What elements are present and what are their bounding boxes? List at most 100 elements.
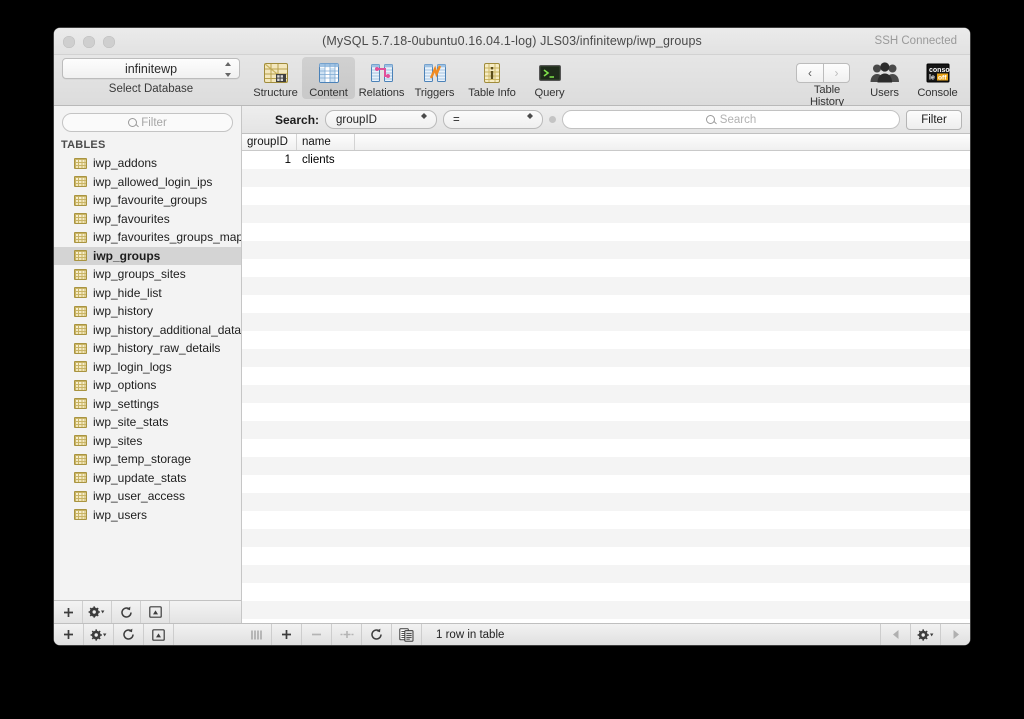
tables-filter-input[interactable]: Filter [62, 113, 233, 132]
tab-query[interactable]: Query [523, 57, 576, 99]
tab-table-info-label: Table Info [468, 87, 516, 99]
sidebar-item-iwp_hide_list[interactable]: iwp_hide_list [54, 284, 241, 303]
previous-page-button[interactable] [880, 624, 910, 645]
search-input[interactable]: Search [562, 110, 900, 129]
sidebar-item-iwp_addons[interactable]: iwp_addons [54, 154, 241, 173]
table-row[interactable] [242, 439, 970, 457]
sidebar-item-iwp_groups_sites[interactable]: iwp_groups_sites [54, 265, 241, 284]
refresh-tables-button[interactable] [112, 601, 141, 623]
sidebar-item-iwp_user_access[interactable]: iwp_user_access [54, 487, 241, 506]
table-row[interactable] [242, 331, 970, 349]
table-row[interactable] [242, 421, 970, 439]
history-back-button[interactable]: ‹ [796, 63, 823, 83]
table-row[interactable] [242, 259, 970, 277]
table-icon [74, 305, 87, 317]
console-label: Console [917, 87, 958, 99]
edit-in-sheet-button[interactable] [392, 624, 422, 645]
next-page-button[interactable] [940, 624, 970, 645]
add-filter-rule-button[interactable] [549, 116, 557, 123]
sb-refresh-button[interactable] [114, 624, 144, 645]
search-column-select[interactable]: groupID [325, 110, 438, 129]
sidebar-item-iwp_allowed_login_ips[interactable]: iwp_allowed_login_ips [54, 173, 241, 192]
sidebar-item-iwp_favourite_groups[interactable]: iwp_favourite_groups [54, 191, 241, 210]
split-resize-grip[interactable] [242, 624, 272, 645]
table-actions-menu-button[interactable] [83, 601, 112, 623]
table-row[interactable] [242, 367, 970, 385]
sidebar-item-label: iwp_user_access [93, 489, 186, 504]
table-row[interactable] [242, 349, 970, 367]
sidebar-item-iwp_favourites[interactable]: iwp_favourites [54, 210, 241, 229]
tab-relations[interactable]: Relations [355, 57, 408, 99]
filter-button[interactable]: Filter [906, 109, 962, 130]
table-row[interactable] [242, 313, 970, 331]
sidebar-item-iwp_options[interactable]: iwp_options [54, 376, 241, 395]
table-row[interactable] [242, 493, 970, 511]
sidebar-item-iwp_site_stats[interactable]: iwp_site_stats [54, 413, 241, 432]
sb-table-actions-menu-button[interactable] [84, 624, 114, 645]
table-row[interactable] [242, 385, 970, 403]
table-row[interactable] [242, 187, 970, 205]
tab-table-info[interactable]: Table Info [461, 57, 523, 99]
sidebar-item-iwp_history_additional_data[interactable]: iwp_history_additional_data [54, 321, 241, 340]
add-table-button[interactable] [54, 601, 83, 623]
table-history-control[interactable]: ‹ › Table History [796, 57, 858, 108]
sidebar-item-iwp_favourites_groups_map[interactable]: iwp_favourites_groups_map [54, 228, 241, 247]
sidebar-item-iwp_sites[interactable]: iwp_sites [54, 432, 241, 451]
table-row[interactable] [242, 223, 970, 241]
table-icon [74, 157, 87, 169]
console-button[interactable]: conso le off Console [911, 57, 964, 108]
add-row-button[interactable] [272, 624, 302, 645]
users-button[interactable]: Users [858, 57, 911, 108]
history-forward-button[interactable]: › [823, 63, 850, 83]
search-column-value: groupID [336, 114, 377, 126]
sidebar-item-iwp_settings[interactable]: iwp_settings [54, 395, 241, 414]
sidebar-item-iwp_temp_storage[interactable]: iwp_temp_storage [54, 450, 241, 469]
table-body[interactable]: 1 clients [242, 151, 970, 623]
table-header-row: groupID name [242, 134, 970, 151]
tables-list[interactable]: iwp_addons iwp_allowed_login_ips iwp_favou… [54, 154, 241, 600]
table-row[interactable] [242, 601, 970, 619]
table-row[interactable] [242, 565, 970, 583]
sidebar-item-iwp_history_raw_details[interactable]: iwp_history_raw_details [54, 339, 241, 358]
sidebar-item-iwp_groups[interactable]: iwp_groups [54, 246, 241, 265]
sidebar-footer-spacer [170, 601, 241, 623]
search-operator-select[interactable]: = [443, 110, 544, 129]
table-row[interactable] [242, 169, 970, 187]
refresh-content-button[interactable] [362, 624, 392, 645]
row-count-label: 1 row in table [436, 628, 505, 641]
tab-structure[interactable]: Structure [249, 57, 302, 99]
table-row[interactable] [242, 403, 970, 421]
table-row[interactable] [242, 457, 970, 475]
table-row[interactable] [242, 529, 970, 547]
table-row[interactable] [242, 475, 970, 493]
toolbar-tabs: Structure Content Relations Triggers Tab… [249, 57, 576, 99]
sidebar-item-iwp_login_logs[interactable]: iwp_login_logs [54, 358, 241, 377]
table-row[interactable] [242, 295, 970, 313]
column-header-name[interactable]: name [297, 134, 355, 150]
table-row[interactable] [242, 547, 970, 565]
table-row[interactable] [242, 511, 970, 529]
sidebar-item-iwp_update_stats[interactable]: iwp_update_stats [54, 469, 241, 488]
cell-name[interactable]: clients [297, 154, 335, 166]
show-table-info-button[interactable] [141, 601, 170, 623]
sb-show-info-button[interactable] [144, 624, 174, 645]
pagination-settings-button[interactable] [910, 624, 940, 645]
table-icon [74, 194, 87, 206]
tab-triggers[interactable]: Triggers [408, 57, 461, 99]
table-icon [74, 453, 87, 465]
database-select[interactable]: infinitewp [62, 58, 240, 79]
table-row[interactable] [242, 205, 970, 223]
remove-row-button[interactable] [302, 624, 332, 645]
table-row[interactable]: 1 clients [242, 151, 970, 169]
sidebar-item-iwp_users[interactable]: iwp_users [54, 506, 241, 525]
table-row[interactable] [242, 583, 970, 601]
sb-add-table-button[interactable] [54, 624, 84, 645]
tab-content[interactable]: Content [302, 57, 355, 99]
sidebar-item-iwp_history[interactable]: iwp_history [54, 302, 241, 321]
table-row[interactable] [242, 241, 970, 259]
content-vertical-scrollbar[interactable] [964, 106, 970, 623]
column-header-groupID[interactable]: groupID [242, 134, 297, 150]
duplicate-row-button[interactable] [332, 624, 362, 645]
cell-groupID[interactable]: 1 [242, 154, 297, 166]
table-row[interactable] [242, 277, 970, 295]
